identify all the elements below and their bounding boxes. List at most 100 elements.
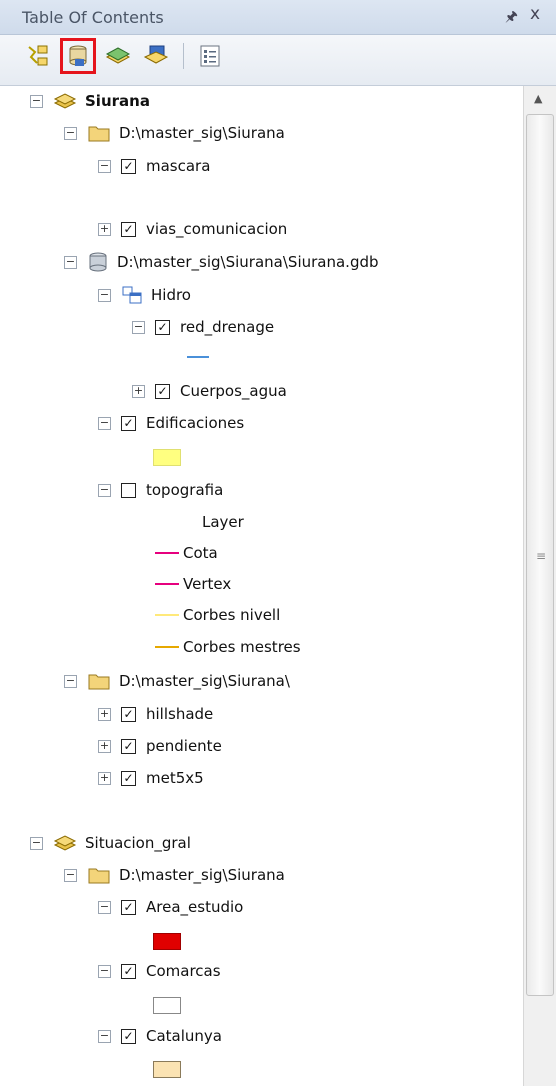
- pin-icon[interactable]: 🖈: [505, 6, 518, 30]
- collapse-icon[interactable]: −: [98, 416, 111, 430]
- folder-icon: [87, 865, 111, 885]
- data-frame-label: Siurana: [85, 92, 150, 110]
- tree-node-catalunya[interactable]: − ✓ Catalunya: [98, 1023, 222, 1049]
- layer-checkbox[interactable]: ✓: [155, 319, 170, 335]
- layer-label: met5x5: [146, 769, 204, 787]
- folder-icon: [87, 123, 111, 143]
- collapse-icon[interactable]: −: [132, 320, 145, 334]
- line-symbol: [155, 614, 179, 616]
- legend-label: Corbes nivell: [183, 606, 281, 624]
- tree-node-vias[interactable]: + ✓ vias_comunicacion: [98, 216, 287, 242]
- layer-checkbox[interactable]: ✓: [121, 415, 136, 431]
- legend-label: Vertex: [183, 575, 232, 593]
- expand-icon[interactable]: +: [98, 739, 111, 753]
- collapse-icon[interactable]: −: [30, 836, 43, 850]
- layer-checkbox-unchecked[interactable]: [121, 482, 136, 498]
- layer-checkbox[interactable]: ✓: [155, 383, 170, 399]
- gdb-label: D:\master_sig\Siurana\Siurana.gdb: [117, 253, 379, 271]
- layer-checkbox[interactable]: ✓: [121, 899, 136, 915]
- tree-node-red-drenage[interactable]: − ✓ red_drenage: [132, 314, 274, 340]
- tree-node-folder[interactable]: − D:\master_sig\Siurana: [64, 862, 285, 888]
- collapse-icon[interactable]: −: [30, 94, 43, 108]
- layer-label: Comarcas: [146, 962, 221, 980]
- list-by-selection-icon[interactable]: [140, 40, 172, 72]
- layer-checkbox[interactable]: ✓: [121, 706, 136, 722]
- line-symbol: [155, 552, 179, 554]
- layer-label: Area_estudio: [146, 898, 244, 916]
- feature-dataset-icon: [121, 285, 143, 305]
- collapse-icon[interactable]: −: [98, 483, 111, 497]
- layer-checkbox[interactable]: ✓: [121, 1028, 136, 1044]
- folder-icon: [87, 671, 111, 691]
- tree-node-comarcas[interactable]: − ✓ Comarcas: [98, 958, 221, 984]
- expand-icon[interactable]: +: [132, 384, 145, 398]
- vertical-scrollbar[interactable]: ▲ ≡: [523, 86, 556, 1086]
- layer-checkbox[interactable]: ✓: [121, 770, 136, 786]
- collapse-icon[interactable]: −: [98, 964, 111, 978]
- layer-checkbox[interactable]: ✓: [121, 221, 136, 237]
- window-title: Table Of Contents: [22, 8, 164, 27]
- table-of-contents-panel: Table Of Contents 🖈 x − Siurana − D:\mas…: [0, 0, 556, 1086]
- line-symbol: [155, 583, 179, 585]
- collapse-icon[interactable]: −: [98, 159, 111, 173]
- collapse-icon[interactable]: −: [98, 1029, 111, 1043]
- layer-label: red_drenage: [180, 318, 275, 336]
- layer-tree: − Siurana − D:\master_sig\Siurana − ✓ ma…: [0, 86, 522, 1086]
- tree-node-siurana[interactable]: − Siurana: [30, 88, 150, 114]
- legend-header-label: Layer: [202, 513, 244, 531]
- collapse-icon[interactable]: −: [98, 900, 111, 914]
- layer-checkbox[interactable]: ✓: [121, 963, 136, 979]
- tree-node-edificaciones[interactable]: − ✓ Edificaciones: [98, 410, 244, 436]
- toolbar-separator: [183, 43, 184, 69]
- legend-item-corbes-nivell: Corbes nivell: [155, 602, 280, 628]
- legend-item-vertex: Vertex: [155, 571, 231, 597]
- red-drenage-symbol: [187, 344, 213, 370]
- layers-icon: [53, 833, 77, 853]
- collapse-icon[interactable]: −: [64, 868, 77, 882]
- options-icon[interactable]: [194, 40, 226, 72]
- folder-label: D:\master_sig\Siurana: [119, 124, 285, 142]
- layer-label: pendiente: [146, 737, 222, 755]
- tree-node-area-estudio[interactable]: − ✓ Area_estudio: [98, 894, 243, 920]
- layer-label: hillshade: [146, 705, 214, 723]
- legend-header: Layer: [202, 509, 244, 535]
- edificaciones-swatch: [153, 449, 181, 466]
- dataset-label: Hidro: [151, 286, 191, 304]
- layer-label: topografia: [146, 481, 224, 499]
- list-by-source-icon[interactable]: [60, 38, 96, 74]
- tree-node-met5x5[interactable]: + ✓ met5x5: [98, 765, 204, 791]
- grip-icon: ≡: [536, 549, 547, 563]
- collapse-icon[interactable]: −: [64, 126, 77, 140]
- expand-icon[interactable]: +: [98, 222, 111, 236]
- scrollbar-thumb[interactable]: ≡: [526, 114, 554, 996]
- tree-node-situacion[interactable]: − Situacion_gral: [30, 830, 191, 856]
- expand-icon[interactable]: +: [98, 771, 111, 785]
- collapse-icon[interactable]: −: [98, 288, 111, 302]
- tree-node-topografia[interactable]: − topografia: [98, 477, 223, 503]
- legend-item-cota: Cota: [155, 540, 218, 566]
- close-icon[interactable]: x: [530, 4, 540, 24]
- tree-node-cuerpos-agua[interactable]: + ✓ Cuerpos_agua: [132, 378, 287, 404]
- tree-node-pendiente[interactable]: + ✓ pendiente: [98, 733, 222, 759]
- list-by-drawing-order-icon[interactable]: [22, 40, 54, 72]
- folder-label: D:\master_sig\Siurana: [119, 866, 285, 884]
- collapse-icon[interactable]: −: [64, 255, 77, 269]
- list-by-visibility-icon[interactable]: [102, 40, 134, 72]
- tree-node-mascara[interactable]: − ✓ mascara: [98, 153, 210, 179]
- line-symbol: [187, 356, 209, 358]
- tree-node-folder[interactable]: − D:\master_sig\Siurana: [64, 120, 285, 146]
- scroll-up-arrow-icon[interactable]: ▲: [534, 92, 542, 105]
- tree-node-hidro[interactable]: − Hidro: [98, 282, 191, 308]
- legend-label: Cota: [183, 544, 218, 562]
- expand-icon[interactable]: +: [98, 707, 111, 721]
- tree-node-hillshade[interactable]: + ✓ hillshade: [98, 701, 213, 727]
- layer-checkbox[interactable]: ✓: [121, 158, 136, 174]
- collapse-icon[interactable]: −: [64, 674, 77, 688]
- layer-label: Edificaciones: [146, 414, 245, 432]
- layer-label: Catalunya: [146, 1027, 222, 1045]
- tree-node-gdb[interactable]: − D:\master_sig\Siurana\Siurana.gdb: [64, 249, 379, 275]
- layer-checkbox[interactable]: ✓: [121, 738, 136, 754]
- tree-node-folder[interactable]: − D:\master_sig\Siurana\: [64, 668, 290, 694]
- database-icon: [87, 251, 109, 273]
- legend-item-corbes-mestres: Corbes mestres: [155, 634, 301, 660]
